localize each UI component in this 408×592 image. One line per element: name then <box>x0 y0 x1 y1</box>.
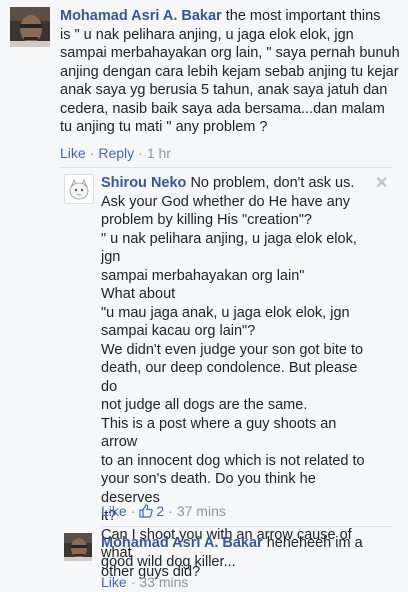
reply-line: Ask your God whether do He have any <box>101 193 351 210</box>
comment-body: Mohamad Asri A. Bakar the most important… <box>60 7 400 137</box>
comment-line: is " u nak pelihara anjing, u jaga elok … <box>60 26 354 43</box>
reply-line: What about <box>101 286 176 302</box>
comment-line: cedera, nasib baik saya ada bersama...da… <box>60 100 385 117</box>
reply-line: problem by killing His "creation"? <box>101 212 312 228</box>
reply-line: No problem, don't ask us. <box>190 175 355 191</box>
reply-actions: Like · 2 · 37 mins <box>101 503 226 521</box>
reply-actions: Like · 33 mins <box>101 574 188 590</box>
avatar[interactable] <box>64 174 94 204</box>
reply-line: death, our deep condolence. But please d… <box>101 360 358 395</box>
separator: · <box>89 145 95 161</box>
reply-line: sampai merbahayakan org lain" <box>101 267 305 284</box>
divider <box>60 167 392 168</box>
like-count[interactable]: 2 <box>153 503 164 519</box>
separator: · <box>138 145 143 161</box>
close-icon[interactable]: ✕ <box>375 173 388 193</box>
separator: · <box>130 574 136 590</box>
reply-line: This is a post where a guy shoots an arr… <box>101 415 337 451</box>
separator: · <box>168 503 173 519</box>
reply-line: sampai kacau org lain"? <box>101 323 256 339</box>
comment-line: the most important thins <box>225 8 381 24</box>
like-link[interactable]: Like <box>60 145 86 161</box>
reply-body: Mohamad Asri A. Bakar heheheeh im a good… <box>101 534 391 571</box>
comment-actions: Like · Reply · 1 hr <box>60 145 171 161</box>
thumbs-up-icon[interactable] <box>139 504 154 521</box>
comment-line: sampai merbahayakan org lain, " saya per… <box>60 45 400 61</box>
comment-author[interactable]: Mohamad Asri A. Bakar <box>60 8 222 24</box>
reply-line: to an innocent dog which is not related … <box>101 452 365 469</box>
avatar[interactable] <box>10 7 50 47</box>
comment-line: tu anjing tu mati " any problem ? <box>60 119 268 135</box>
reply-link[interactable]: Reply <box>98 145 134 161</box>
reply-line: your son's death. Do you think he deserv… <box>101 471 316 506</box>
comment-line: anjing dengan cara lebih kejam sebab anj… <box>60 63 399 80</box>
reply-author[interactable]: Shirou Neko <box>101 175 186 191</box>
timestamp[interactable]: 33 mins <box>139 574 188 590</box>
timestamp[interactable]: 37 mins <box>177 503 226 519</box>
timestamp[interactable]: 1 hr <box>147 145 171 161</box>
comments-panel: Mohamad Asri A. Bakar the most important… <box>0 0 408 592</box>
reply-line: " u nak pelihara anjing, u jaga elok elo… <box>101 230 357 266</box>
reply-line: heheheeh im a <box>266 535 363 551</box>
reply-line: good wild dog killer... <box>101 553 236 570</box>
like-link[interactable]: Like <box>101 574 127 590</box>
like-link[interactable]: Like <box>101 503 127 519</box>
reply-author[interactable]: Mohamad Asri A. Bakar <box>101 535 263 551</box>
reply-line: "u mau jaga anak, u jaga elok elok, jgn <box>101 304 350 321</box>
separator: · <box>130 503 136 519</box>
reply-line: not judge all dogs are the same. <box>101 397 308 413</box>
comment-line: anak saya yg berusia 5 tahun, anak saya … <box>60 82 388 98</box>
avatar[interactable] <box>64 533 92 561</box>
divider <box>101 526 392 527</box>
reply-line: We didn't even judge your son got bite t… <box>101 341 364 358</box>
